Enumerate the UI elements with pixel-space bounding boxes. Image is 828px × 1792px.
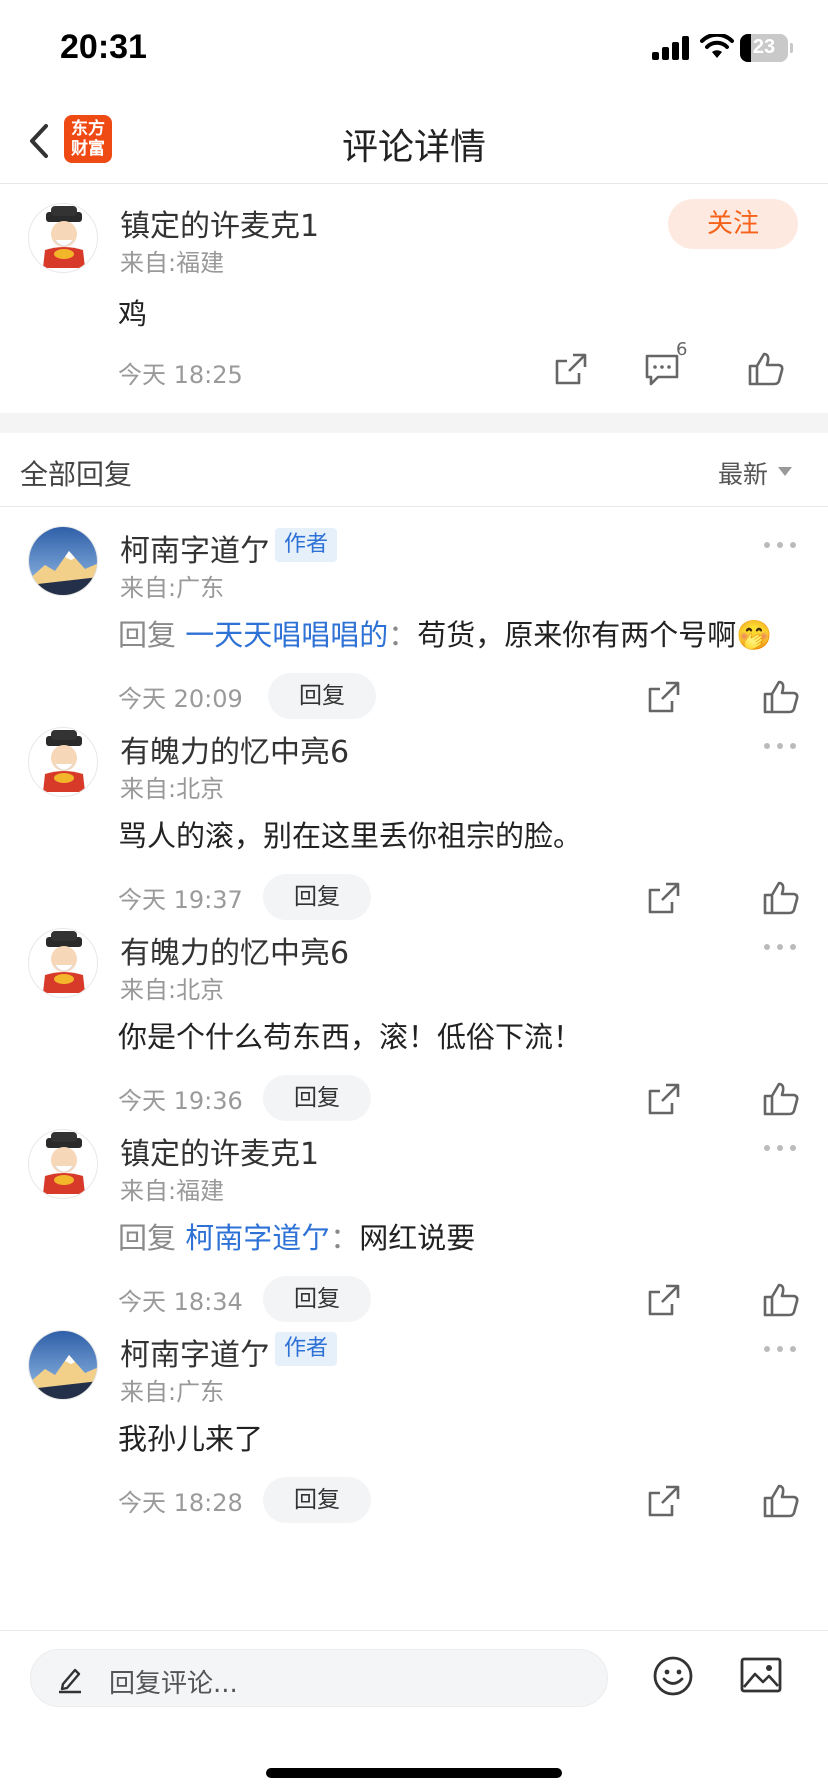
author-badge: 作者 <box>275 528 338 562</box>
reply-input[interactable]: 回复评论... <box>30 1649 608 1707</box>
more-icon[interactable] <box>762 1342 798 1356</box>
avatar[interactable] <box>28 1129 98 1199</box>
more-icon[interactable] <box>762 538 798 552</box>
reply-content: 你是个什么苟东西，滚！低俗下流！ <box>118 1020 583 1054</box>
signal-icon <box>652 36 692 60</box>
reply-time: 今天 18:28 <box>118 1489 243 1517</box>
reply-content: 网红说要 <box>359 1221 476 1255</box>
main-comment: 镇定的许麦克1 来自:福建 关注 鸡 今天 18:25 6 <box>0 185 828 413</box>
pencil-icon <box>59 1668 81 1694</box>
reply-item: 柯南字道亇 作者 来自:广东 回复 一天天唱唱唱的：苟货，原来你有两个号啊🤭 今天 20… <box>0 508 828 738</box>
home-indicator <box>266 1768 562 1778</box>
reply-text: 回复 柯南字道亇：网红说要 <box>118 1215 475 1257</box>
page-title: 评论详情 <box>341 127 486 168</box>
battery-icon: 23 <box>740 34 793 62</box>
reply-content: 苟货，原来你有两个号啊🤭 <box>417 618 773 652</box>
username[interactable]: 有魄力的忆中亮6 <box>120 928 349 972</box>
more-icon[interactable] <box>762 739 798 753</box>
reply-text: 你是个什么苟东西，滚！低俗下流！ <box>118 1014 582 1056</box>
more-icon[interactable] <box>762 1141 798 1155</box>
avatar[interactable] <box>28 928 98 998</box>
mention-link[interactable]: 柯南字道亇 <box>185 1221 330 1255</box>
username[interactable]: 镇定的许麦克1 <box>120 1129 319 1173</box>
reply-item: 有魄力的忆中亮6 来自:北京 你是个什么苟东西，滚！低俗下流！ 今天 19:36 回复 <box>0 910 828 1140</box>
fortune-avatar-icon <box>43 931 85 993</box>
follow-button[interactable]: 关注 <box>668 199 798 249</box>
reply-text: 骂人的滚，别在这里丢你祖宗的脸。 <box>118 813 582 855</box>
avatar[interactable] <box>28 526 98 596</box>
reply-text: 我孙儿来了 <box>118 1416 263 1458</box>
fortune-avatar-icon <box>43 1132 85 1194</box>
separator: ： <box>388 618 418 652</box>
emoji-icon[interactable] <box>652 1655 694 1697</box>
avatar[interactable] <box>28 1330 98 1400</box>
fortune-avatar-icon <box>43 730 85 792</box>
nav-bar: 东方 财富 评论详情 <box>0 100 828 184</box>
reply-content: 我孙儿来了 <box>118 1422 264 1456</box>
wifi-icon <box>700 34 734 58</box>
location: 来自:福建 <box>120 249 225 277</box>
author-badge: 作者 <box>275 1332 338 1366</box>
mention-link[interactable]: 一天天唱唱唱的 <box>185 618 388 652</box>
image-icon[interactable] <box>740 1657 782 1693</box>
username[interactable]: 柯南字道亇 <box>120 526 270 570</box>
location: 来自:广东 <box>120 574 225 602</box>
battery-level-text: 23 <box>752 36 776 58</box>
input-placeholder: 回复评论... <box>109 1669 238 1699</box>
reply-count: 6 <box>676 339 688 360</box>
location: 来自:广东 <box>120 1378 225 1406</box>
replies-title: 全部回复 <box>20 458 133 491</box>
location: 来自:福建 <box>120 1177 225 1205</box>
avatar[interactable] <box>28 203 98 273</box>
reply-text: 回复 一天天唱唱唱的：苟货，原来你有两个号啊🤭 <box>118 612 772 654</box>
fortune-avatar-icon <box>43 206 85 268</box>
separator: ： <box>330 1221 360 1255</box>
reply-item: 镇定的许麦克1 来自:福建 回复 柯南字道亇：网红说要 今天 18:34 回复 <box>0 1111 828 1341</box>
username[interactable]: 柯南字道亇 <box>120 1330 270 1374</box>
comment-time: 今天 18:25 <box>118 361 243 389</box>
mountain-avatar-icon <box>29 527 97 595</box>
like-icon[interactable] <box>761 1481 801 1521</box>
status-bar: 20:31 23 <box>0 0 828 100</box>
comment-text: 鸡 <box>118 297 148 331</box>
more-icon[interactable] <box>762 940 798 954</box>
reply-content: 骂人的滚，别在这里丢你祖宗的脸。 <box>118 819 583 853</box>
reply-item: 有魄力的忆中亮6 来自:北京 骂人的滚，别在这里丢你祖宗的脸。 今天 19:37 回复 <box>0 709 828 939</box>
sort-dropdown[interactable]: 最新 <box>718 455 768 491</box>
status-time: 20:31 <box>60 28 147 66</box>
reply-item: 柯南字道亇 作者来自:广东我孙儿来了今天 18:28 回复 <box>0 1312 828 1542</box>
location: 来自:北京 <box>120 976 225 1004</box>
username[interactable]: 镇定的许麦克1 <box>120 201 319 245</box>
username[interactable]: 有魄力的忆中亮6 <box>120 727 349 771</box>
location: 来自:北京 <box>120 775 225 803</box>
avatar[interactable] <box>28 727 98 797</box>
share-icon[interactable] <box>551 349 591 389</box>
reply-prefix: 回复 <box>118 1221 177 1255</box>
mountain-avatar-icon <box>29 1331 97 1399</box>
chevron-down-icon[interactable] <box>778 467 792 476</box>
bottom-bar: 回复评论... <box>0 1630 828 1792</box>
section-divider <box>0 413 828 433</box>
reply-button[interactable]: 回复 <box>263 1477 371 1523</box>
share-icon[interactable] <box>644 1481 684 1521</box>
reply-prefix: 回复 <box>118 618 177 652</box>
replies-header: 全部回复 最新 <box>0 433 828 507</box>
like-icon[interactable] <box>746 349 786 389</box>
